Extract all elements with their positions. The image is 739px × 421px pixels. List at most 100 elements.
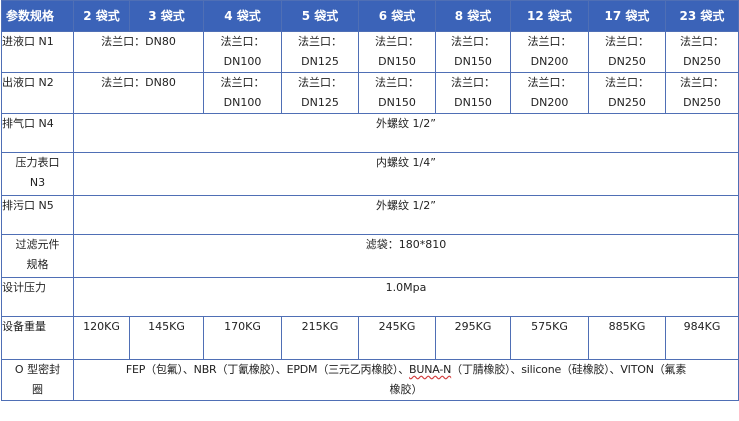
row-label-seal-line1: O 型密封: [14, 363, 61, 376]
inlet-cell-4-bag: 法兰口： DN100: [203, 31, 282, 73]
row-label-filter-line1: 过滤元件: [15, 238, 60, 251]
outlet-value-line2: DN150: [454, 96, 492, 109]
inlet-value-2-bag: 法兰口：DN80: [101, 35, 176, 48]
pressure-value: 1.0Mpa: [73, 277, 739, 317]
inlet-value-line2: DN125: [301, 55, 339, 68]
inlet-value-line1: 法兰口：: [298, 35, 342, 48]
outlet-value-line1: 法兰口：: [451, 76, 495, 89]
outlet-value-line1: 法兰口：: [527, 76, 572, 89]
table-row-inlet: 进液口 N1 法兰口：DN80 法兰口： DN100 法兰口： DN125 法兰口：…: [1, 31, 739, 73]
inlet-value-line2: DN250: [608, 55, 646, 68]
outlet-value-line2: DN150: [378, 96, 416, 109]
outlet-value-2-bag: 法兰口：DN80: [101, 76, 176, 89]
row-label-drain: 排污口 N5: [1, 195, 74, 235]
row-label-vent: 排气口 N4: [1, 113, 74, 153]
table-row-seal: O 型密封圈 FEP（包氟）、NBR（丁氰橡胶）、EPDM（三元乙丙橡胶）、BU…: [1, 359, 739, 401]
gauge-value: 内螺纹 1/4”: [73, 152, 739, 196]
table-row-pressure: 设计压力 1.0Mpa: [1, 277, 739, 317]
inlet-value-line1: 法兰口：: [527, 35, 572, 48]
weight-value-2-bag: 120KG: [73, 316, 130, 360]
seal-materials: FEP（包氟）、NBR（丁氰橡胶）、EPDM（三元乙丙橡胶）、BUNA-N（丁腈…: [73, 359, 739, 401]
outlet-cell-12-bag: 法兰口： DN200: [510, 72, 589, 114]
weight-value-8-bag: 295KG: [435, 316, 511, 360]
outlet-value-line2: DN250: [683, 96, 721, 109]
table-row-weight: 设备重量 120KG 145KG 170KG 215KG 245KG 295KG…: [1, 316, 739, 360]
outlet-value-line1: 法兰口：: [220, 76, 265, 89]
weight-value-4-bag: 170KG: [203, 316, 282, 360]
outlet-value-line1: 法兰口：: [375, 76, 419, 89]
weight-value-3-bag: 145KG: [129, 316, 204, 360]
inlet-cell-6-bag: 法兰口： DN150: [358, 31, 436, 73]
header-cell-5-bag: 5 袋式: [281, 0, 359, 32]
row-label-weight: 设备重量: [1, 316, 74, 360]
seal-text-part1: FEP（包氟）、NBR（丁氰橡胶）、EPDM（三元乙丙橡胶）、: [125, 363, 410, 376]
table-row-filter: 过滤元件规格 滤袋：180*810: [1, 234, 739, 278]
weight-value-23-bag: 984KG: [665, 316, 739, 360]
table-row-drain: 排污口 N5 外螺纹 1/2”: [1, 195, 739, 235]
row-label-gauge-line2: N3: [29, 176, 46, 189]
inlet-cell-12-bag: 法兰口： DN200: [510, 31, 589, 73]
seal-text-buna-n: BUNA-N: [409, 363, 452, 376]
row-label-outlet: 出液口 N2: [1, 72, 74, 114]
weight-value-6-bag: 245KG: [358, 316, 436, 360]
table-row-vent: 排气口 N4 外螺纹 1/2”: [1, 113, 739, 153]
inlet-value-line1: 法兰口：: [220, 35, 265, 48]
outlet-cell-5-bag: 法兰口： DN125: [281, 72, 359, 114]
inlet-value-line1: 法兰口：: [680, 35, 724, 48]
weight-value-5-bag: 215KG: [281, 316, 359, 360]
outlet-value-line2: DN200: [530, 96, 569, 109]
header-cell-17-bag: 17 袋式: [588, 0, 666, 32]
inlet-cell-23-bag: 法兰口： DN250: [665, 31, 739, 73]
inlet-value-line2: DN200: [530, 55, 569, 68]
outlet-value-line2: DN100: [223, 96, 262, 109]
outlet-value-line1: 法兰口：: [605, 76, 649, 89]
header-cell-12-bag: 12 袋式: [510, 0, 589, 32]
table-row-gauge: 压力表口 N3 内螺纹 1/4”: [1, 152, 739, 196]
header-cell-6-bag: 6 袋式: [358, 0, 436, 32]
inlet-value-line2: DN100: [223, 55, 262, 68]
row-label-pressure: 设计压力: [1, 277, 74, 317]
outlet-value-line1: 法兰口：: [298, 76, 342, 89]
outlet-cell-4-bag: 法兰口： DN100: [203, 72, 282, 114]
row-label-seal-line2: 圈: [32, 383, 43, 396]
header-row: 参数规格 2 袋式 3 袋式 4 袋式 5 袋式 6 袋式 8 袋式 12 袋式…: [1, 0, 739, 32]
inlet-cell-8-bag: 法兰口： DN150: [435, 31, 511, 73]
header-cell-23-bag: 23 袋式: [665, 0, 739, 32]
inlet-value-line2: DN250: [683, 55, 721, 68]
drain-value: 外螺纹 1/2”: [73, 195, 739, 235]
seal-text-part2: （丁腈橡胶）、silicone（硅橡胶）、VITON（氟素: [451, 363, 687, 376]
weight-value-17-bag: 885KG: [588, 316, 666, 360]
header-cell-8-bag: 8 袋式: [435, 0, 511, 32]
inlet-cell-5-bag: 法兰口： DN125: [281, 31, 359, 73]
row-label-gauge: 压力表口 N3: [1, 152, 74, 196]
seal-materials-line1: FEP（包氟）、NBR（丁氰橡胶）、EPDM（三元乙丙橡胶）、BUNA-N（丁腈…: [75, 361, 738, 381]
outlet-value-line2: DN125: [301, 96, 339, 109]
vent-value: 外螺纹 1/2”: [73, 113, 739, 153]
inlet-value-line1: 法兰口：: [605, 35, 649, 48]
outlet-cell-2-3-bag: 法兰口：DN80: [73, 72, 204, 114]
inlet-cell-17-bag: 法兰口： DN250: [588, 31, 666, 73]
inlet-cell-2-3-bag: 法兰口：DN80: [73, 31, 204, 73]
outlet-cell-8-bag: 法兰口： DN150: [435, 72, 511, 114]
row-label-gauge-line1: 压力表口: [15, 156, 60, 169]
header-cell-3-bag: 3 袋式: [129, 0, 204, 32]
inlet-value-line1: 法兰口：: [375, 35, 419, 48]
spec-table: 参数规格 2 袋式 3 袋式 4 袋式 5 袋式 6 袋式 8 袋式 12 袋式…: [1, 0, 739, 401]
table-row-outlet: 出液口 N2 法兰口：DN80 法兰口： DN100 法兰口： DN125 法兰口：…: [1, 72, 739, 114]
header-cell-param: 参数规格: [1, 0, 74, 32]
seal-materials-line2: 橡胶）: [389, 383, 423, 396]
row-label-filter-line2: 规格: [26, 258, 49, 271]
outlet-cell-17-bag: 法兰口： DN250: [588, 72, 666, 114]
outlet-value-line1: 法兰口：: [680, 76, 724, 89]
inlet-value-line2: DN150: [378, 55, 416, 68]
outlet-cell-6-bag: 法兰口： DN150: [358, 72, 436, 114]
weight-value-12-bag: 575KG: [510, 316, 589, 360]
outlet-cell-23-bag: 法兰口： DN250: [665, 72, 739, 114]
outlet-value-line2: DN250: [608, 96, 646, 109]
row-label-filter: 过滤元件 规格: [1, 234, 74, 278]
inlet-value-line2: DN150: [454, 55, 492, 68]
inlet-value-line1: 法兰口：: [451, 35, 495, 48]
row-label-seal: O 型密封圈: [1, 359, 74, 401]
filter-value: 滤袋：180*810: [73, 234, 739, 278]
row-label-inlet: 进液口 N1: [1, 31, 74, 73]
